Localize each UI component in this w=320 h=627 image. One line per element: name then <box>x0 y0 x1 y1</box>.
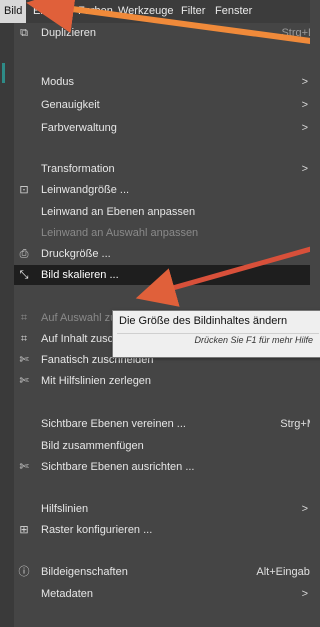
menu-item-bildeigenschaften[interactable]: ⓘ Bildeigenschaften Alt+Eingabe <box>14 562 311 582</box>
crop-icon: ⌗ <box>20 333 28 345</box>
canvas-size-icon: ⊡ <box>19 184 29 196</box>
info-icon: ⓘ <box>18 566 30 578</box>
menu-item-label: Leinwandgröße ... <box>41 184 130 196</box>
tooltip-divider <box>117 333 319 334</box>
menu-item-transformation[interactable]: Transformation > <box>14 159 310 179</box>
menu-item-label: Modus <box>41 76 75 88</box>
submenu-arrow-icon: > <box>301 503 308 515</box>
menu-item-label: Transformation <box>41 163 115 175</box>
print-size-icon: ⎙ <box>19 248 29 260</box>
menu-item-label: Leinwand an Auswahl anpassen <box>41 227 199 239</box>
menu-item-ebenen-vereinen[interactable]: Sichtbare Ebenen vereinen ... Strg+M <box>14 414 310 434</box>
menu-item-leinwand-auswahl: Leinwand an Auswahl anpassen <box>14 223 310 243</box>
menu-item-hilfslinien[interactable]: Hilfslinien > <box>14 499 310 519</box>
tooltip-hint: Drücken Sie F1 für mehr Hilfe <box>194 335 313 345</box>
grid-icon: ⊞ <box>19 524 29 536</box>
menu-item-modus[interactable]: Modus > <box>14 72 310 92</box>
menu-item-label: Druckgröße ... <box>41 248 111 260</box>
canvas-accent <box>2 63 5 83</box>
menu-item-label: Bildeigenschaften <box>41 566 128 578</box>
menu-item-ebenen-ausrichten[interactable]: ✄ Sichtbare Ebenen ausrichten ... <box>14 457 310 477</box>
menu-fenster[interactable]: Fenster <box>215 0 252 23</box>
duplicate-icon: ⧉ <box>20 27 28 39</box>
menu-ebene[interactable]: Ebene <box>33 0 65 23</box>
menu-item-label: Sichtbare Ebenen ausrichten ... <box>41 461 195 473</box>
menu-item-label: Bild skalieren ... <box>41 269 119 281</box>
menu-item-bild-skalieren[interactable]: ⤡ Bild skalieren ... <box>14 265 310 285</box>
menu-werkzeuge[interactable]: Werkzeuge <box>118 0 173 23</box>
submenu-arrow-icon: > <box>301 588 308 600</box>
menu-item-label: Farbverwaltung <box>41 122 117 134</box>
shortcut-label: Strg+M <box>280 418 310 430</box>
tooltip: Die Größe des Bildinhaltes ändern Drücke… <box>112 310 320 358</box>
menu-item-label: Mit Hilfslinien zerlegen <box>41 375 152 387</box>
menu-item-leinwand-ebenen[interactable]: Leinwand an Ebenen anpassen <box>14 202 310 222</box>
submenu-arrow-icon: > <box>301 163 308 175</box>
menu-farben[interactable]: Farben <box>78 0 113 23</box>
menu-item-label: Metadaten <box>41 588 93 600</box>
menu-item-metadaten[interactable]: Metadaten > <box>14 584 310 604</box>
scale-image-icon: ⤡ <box>19 269 29 281</box>
menubar: Bild Ebene Farben Werkzeuge Filter Fenst… <box>0 0 310 23</box>
menu-item-duplizieren[interactable]: ⧉ Duplizieren Strg+D <box>14 23 310 43</box>
menu-item-label: Hilfslinien <box>41 503 89 515</box>
submenu-arrow-icon: > <box>301 76 308 88</box>
shortcut-label: Alt+Eingabe <box>256 566 310 578</box>
menu-item-farbverwaltung[interactable]: Farbverwaltung > <box>14 118 310 138</box>
canvas-edge <box>0 23 14 627</box>
tooltip-text: Die Größe des Bildinhaltes ändern <box>119 315 288 327</box>
submenu-arrow-icon: > <box>301 122 308 134</box>
zealous-crop-icon: ✄ <box>19 354 29 366</box>
guillotine-icon: ✄ <box>19 375 29 387</box>
menu-item-label: Raster konfigurieren ... <box>41 524 153 536</box>
menu-item-leinwandgroesse[interactable]: ⊡ Leinwandgröße ... <box>14 180 310 200</box>
menu-item-raster[interactable]: ⊞ Raster konfigurieren ... <box>14 520 310 540</box>
menu-item-label: Leinwand an Ebenen anpassen <box>41 206 196 218</box>
align-icon: ✄ <box>19 461 29 473</box>
menu-item-label: Sichtbare Ebenen vereinen ... <box>41 418 186 430</box>
menu-bild[interactable]: Bild <box>0 0 27 23</box>
menu-item-label: Bild zusammenfügen <box>41 440 144 452</box>
menu-filter[interactable]: Filter <box>181 0 205 23</box>
crop-icon: ⌗ <box>20 312 28 324</box>
menu-item-bild-zusammenfuegen[interactable]: Bild zusammenfügen <box>14 436 310 456</box>
menu-item-genauigkeit[interactable]: Genauigkeit > <box>14 95 310 115</box>
menu-item-label: Genauigkeit <box>41 99 100 111</box>
submenu-arrow-icon: > <box>301 99 308 111</box>
menu-item-hilfslinien-zerlegen[interactable]: ✄ Mit Hilfslinien zerlegen <box>14 371 310 391</box>
menu-item-druckgroesse[interactable]: ⎙ Druckgröße ... <box>14 244 310 264</box>
menu-item-label: Duplizieren <box>41 27 97 39</box>
shortcut-label: Strg+D <box>281 27 310 39</box>
